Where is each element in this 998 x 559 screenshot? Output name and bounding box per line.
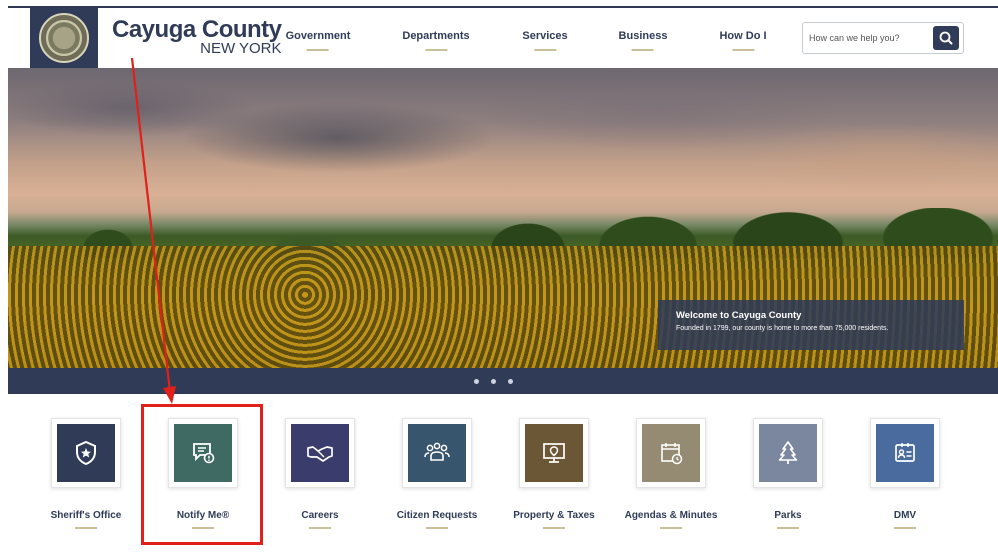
tile-label: Agendas & Minutes <box>624 510 718 521</box>
tile-underline <box>75 527 97 529</box>
hero-banner: Welcome to Cayuga County Founded in 1799… <box>8 68 998 368</box>
quick-link-citizen-requests[interactable]: Citizen Requests <box>382 418 492 529</box>
nav-departments[interactable]: Departments <box>402 30 470 51</box>
welcome-caption: Welcome to Cayuga County Founded in 1799… <box>658 300 964 350</box>
tile-icon-bg <box>759 424 817 482</box>
map-pin-monitor-icon <box>543 443 565 463</box>
slide-dot-2[interactable] <box>491 379 496 384</box>
tile-frame <box>870 418 940 488</box>
tile-label: Parks <box>774 510 802 521</box>
welcome-text: Founded in 1799, our county is home to m… <box>676 325 889 332</box>
logo-subtitle: NEW YORK <box>200 40 282 57</box>
county-seal-logo[interactable] <box>30 8 98 68</box>
search-button[interactable] <box>933 26 959 50</box>
slider-controls <box>8 368 998 394</box>
hero-sky <box>8 68 998 228</box>
people-group-icon <box>424 442 450 461</box>
tile-icon-bg <box>642 424 700 482</box>
nav-label: Government <box>285 30 351 42</box>
nav-underline <box>425 49 447 51</box>
quick-link-agendas-minutes[interactable]: Agendas & Minutes <box>616 418 726 529</box>
tile-frame <box>753 418 823 488</box>
search-icon <box>939 31 953 45</box>
tile-label: Careers <box>301 510 339 521</box>
highlight-box <box>141 404 263 545</box>
nav-label: Departments <box>402 30 470 42</box>
welcome-title: Welcome to Cayuga County <box>676 310 802 321</box>
tile-frame <box>519 418 589 488</box>
logo-title: Cayuga County <box>112 16 282 43</box>
tree-icon <box>778 441 798 464</box>
tile-label: Sheriff's Office <box>50 510 122 521</box>
tile-underline <box>309 527 331 529</box>
tile-frame <box>51 418 121 488</box>
tile-label: Citizen Requests <box>396 510 478 521</box>
tile-underline <box>894 527 916 529</box>
seal-icon <box>39 13 89 63</box>
nav-label: How Do I <box>719 30 767 42</box>
tile-frame <box>636 418 706 488</box>
tile-icon-bg <box>291 424 349 482</box>
tile-frame <box>285 418 355 488</box>
slide-dot-3[interactable] <box>508 379 513 384</box>
nav-business[interactable]: Business <box>618 30 668 51</box>
tile-icon-bg <box>876 424 934 482</box>
quick-link-careers[interactable]: Careers <box>265 418 375 529</box>
nav-underline <box>306 49 329 51</box>
id-card-icon <box>895 443 915 462</box>
site-search <box>802 22 964 54</box>
quick-link-sheriffs-office[interactable]: Sheriff's Office <box>31 418 141 529</box>
tile-underline <box>543 527 565 529</box>
tile-underline <box>777 527 799 529</box>
slide-dot-1[interactable] <box>474 379 479 384</box>
tile-underline <box>660 527 682 529</box>
nav-underline <box>631 49 654 51</box>
nav-underline <box>533 49 556 51</box>
handshake-icon <box>307 446 333 462</box>
tile-frame <box>402 418 472 488</box>
tile-icon-bg <box>408 424 466 482</box>
tile-icon-bg <box>57 424 115 482</box>
tile-underline <box>426 527 448 529</box>
quick-link-dmv[interactable]: DMV <box>850 418 960 529</box>
quick-link-parks[interactable]: Parks <box>733 418 843 529</box>
search-input[interactable] <box>809 29 927 47</box>
nav-how-do-i[interactable]: How Do I <box>719 30 767 51</box>
nav-label: Business <box>618 30 668 42</box>
calendar-clock-icon <box>661 443 683 465</box>
nav-government[interactable]: Government <box>285 30 351 51</box>
nav-label: Services <box>522 30 568 42</box>
site-logo[interactable]: Cayuga County NEW YORK <box>112 16 282 57</box>
shield-star-icon <box>76 440 96 466</box>
tile-icon-bg <box>525 424 583 482</box>
quick-link-property-taxes[interactable]: Property & Taxes <box>499 418 609 529</box>
nav-services[interactable]: Services <box>522 30 568 51</box>
tile-label: Property & Taxes <box>513 510 595 521</box>
tile-label: DMV <box>893 510 917 521</box>
site-header: Cayuga County NEW YORK Government Depart… <box>8 6 998 68</box>
nav-underline <box>732 49 754 51</box>
